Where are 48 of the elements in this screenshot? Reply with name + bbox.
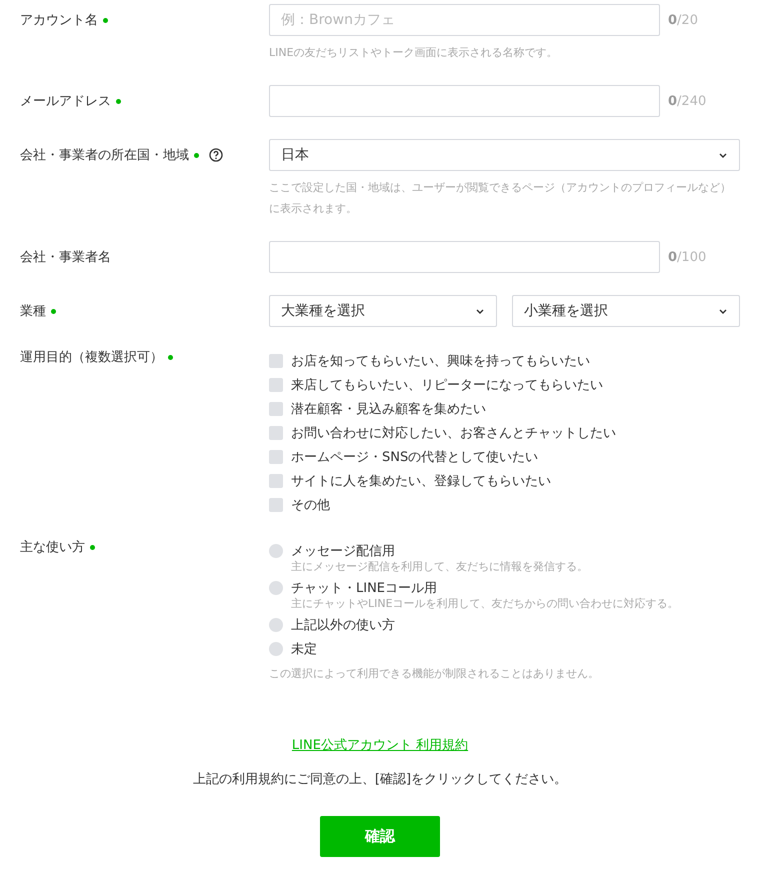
checkbox-label: 潜在顧客・見込み顧客を集めたい <box>291 401 486 418</box>
country-dropdown[interactable]: 日本 <box>269 139 740 171</box>
text-field[interactable]: 例：Brownカフェ <box>269 4 660 36</box>
radio-button[interactable] <box>269 618 283 632</box>
checkbox-label: お問い合わせに対応したい、お客さんとチャットしたい <box>291 425 616 442</box>
checkbox[interactable] <box>269 474 283 488</box>
industry-dropdown[interactable]: 大業種を選択 <box>269 295 497 327</box>
radio-label: メッセージ配信用 <box>291 543 395 560</box>
checkbox[interactable] <box>269 378 283 392</box>
field-hint: LINEの友だちリストやトーク画面に表示される名称です。 <box>269 45 559 61</box>
field-label: 業種 <box>20 303 46 320</box>
checkbox[interactable] <box>269 402 283 416</box>
option-description: 主にチャットやLINEコールを利用して、友だちからの問い合わせに対応する。 <box>290 596 680 611</box>
radio-label: チャット・LINEコール用 <box>291 580 438 597</box>
checkbox-label: 来店してもらいたい、リピーターになってもらいたい <box>291 377 603 394</box>
field-hint: この選択によって利用できる機能が制限されることはありません。 <box>269 666 600 682</box>
checkbox-label: お店を知ってもらいたい、興味を持ってもらいたい <box>291 353 590 370</box>
field-label: 会社・事業者名 <box>20 249 111 266</box>
help-icon[interactable] <box>209 148 223 162</box>
option-description: 主にメッセージ配信を利用して、友だちに情報を発信する。 <box>290 559 589 574</box>
caret-icon <box>719 308 727 314</box>
field-label: 会社・事業者の所在国・地域 <box>20 147 189 164</box>
character-counter: 0/20 <box>668 12 698 28</box>
text-field[interactable] <box>269 85 660 117</box>
character-counter: 0/240 <box>668 94 706 108</box>
radio-label: 上記以外の使い方 <box>291 617 395 634</box>
checkbox[interactable] <box>269 450 283 464</box>
field-label: アカウント名 <box>20 12 98 29</box>
text-field[interactable] <box>269 241 660 273</box>
checkbox[interactable] <box>269 498 283 512</box>
field-label: メールアドレス <box>20 93 111 110</box>
field-label: 主な使い方 <box>20 539 85 556</box>
radio-button[interactable] <box>269 544 283 558</box>
radio-button[interactable] <box>269 581 283 595</box>
caret-icon <box>719 152 727 158</box>
radio-button[interactable] <box>269 642 283 656</box>
caret-icon <box>476 308 484 314</box>
checkbox-label: その他 <box>291 497 330 514</box>
checkbox-label: ホームページ・SNSの代替として使いたい <box>291 449 538 466</box>
radio-label: 未定 <box>291 641 317 658</box>
industry-dropdown[interactable]: 小業種を選択 <box>512 295 740 327</box>
character-counter: 0/100 <box>668 250 706 264</box>
field-label: 運用目的（複数選択可） <box>20 349 163 366</box>
checkbox[interactable] <box>269 426 283 440</box>
terms-note: 上記の利用規約にご同意の上、[確認]をクリックしてください。 <box>192 771 568 788</box>
field-hint: ここで設定した国・地域は、ユーザーが閲覧できるページ（アカウントのプロフィールなど）に表示されます。 <box>269 180 732 217</box>
checkbox[interactable] <box>269 354 283 368</box>
checkbox-label: サイトに人を集めたい、登録してもらいたい <box>291 473 551 490</box>
